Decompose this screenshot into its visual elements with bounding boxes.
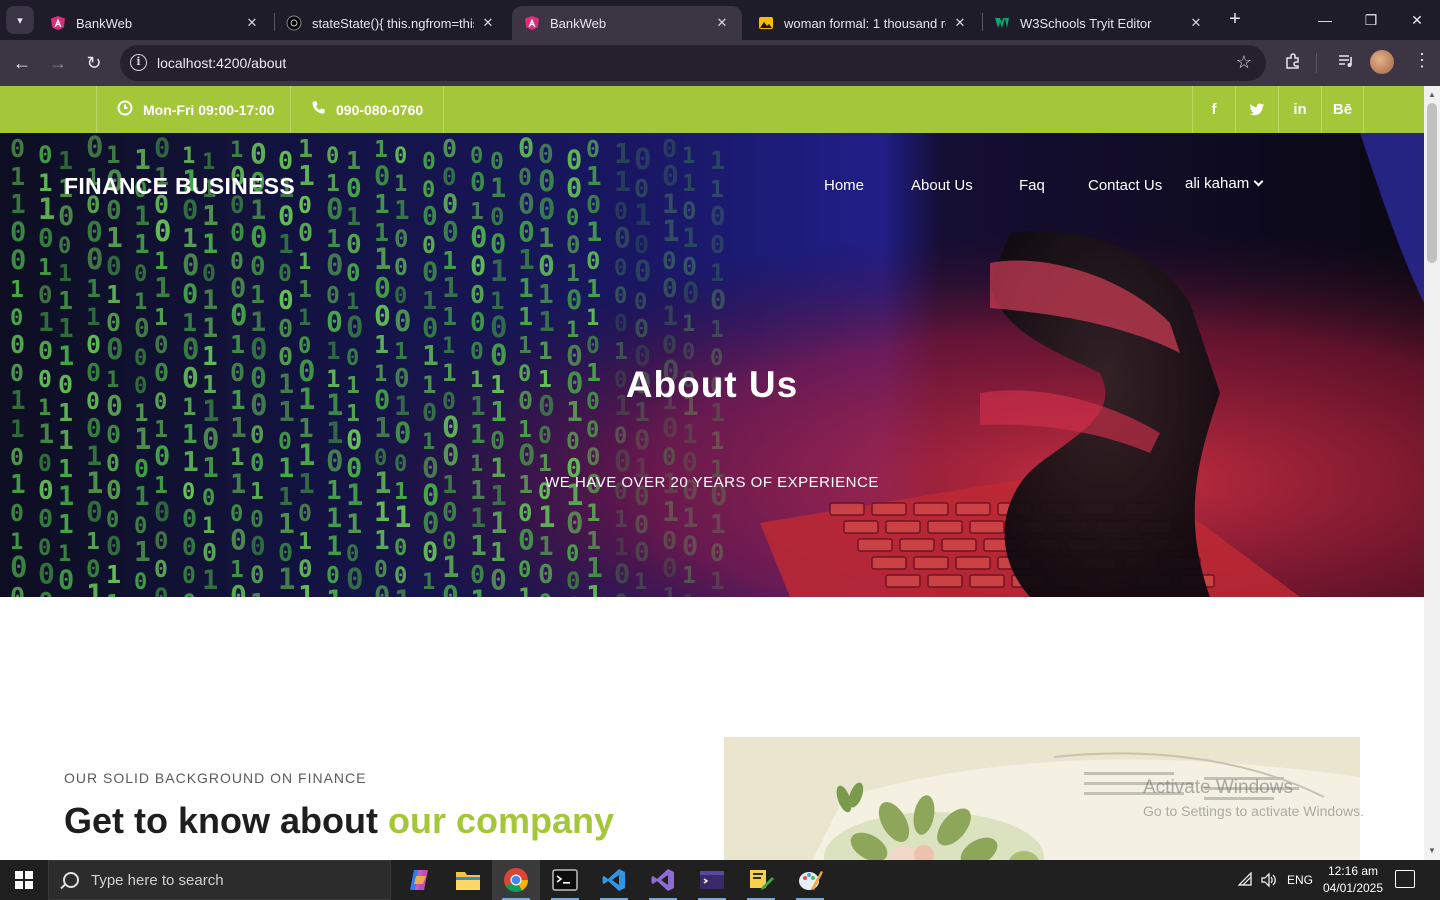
search-icon <box>63 872 79 888</box>
browser-menu-icon[interactable]: ⋮ <box>1413 50 1431 71</box>
system-clock[interactable]: 12:16 am 04/01/2025 <box>1318 863 1388 897</box>
page-subtitle: WE HAVE OVER 20 YEARS OF EXPERIENCE <box>545 474 879 491</box>
minimize-button[interactable]: — <box>1302 0 1348 40</box>
chevron-down-icon <box>1253 176 1264 187</box>
tab-title: W3Schools Tryit Editor <box>1020 15 1152 31</box>
close-icon[interactable]: ✕ <box>480 15 496 31</box>
brand-logo[interactable]: FINANCE BUSINESS <box>64 173 295 200</box>
nav-about-us[interactable]: About Us <box>911 177 973 194</box>
angular-icon <box>524 15 540 31</box>
volume-icon[interactable] <box>1260 860 1278 900</box>
tab-search-button[interactable]: ▾ <box>6 6 34 34</box>
nextjs-icon <box>286 15 302 31</box>
hero-banner: 0110010001101010001101010011000000110011… <box>0 133 1424 597</box>
tab-title: BankWeb <box>550 15 607 31</box>
nav-faq[interactable]: Faq <box>1019 177 1045 194</box>
about-section: OUR SOLID BACKGROUND ON FINANCE Get to k… <box>0 597 1424 860</box>
page-title: About Us <box>625 364 799 405</box>
close-icon[interactable]: ✕ <box>952 15 968 31</box>
page-viewport: Mon-Fri 09:00-17:00 090-080-0760 f in Bē <box>0 86 1424 860</box>
scrollbar-thumb[interactable] <box>1427 103 1437 263</box>
url-text: localhost:4200/about <box>157 55 287 71</box>
media-control-icon[interactable] <box>1337 52 1355 75</box>
editor-icon[interactable] <box>737 860 785 900</box>
tab-title: BankWeb <box>76 15 133 31</box>
language-indicator[interactable]: ENG <box>1287 860 1313 900</box>
profile-avatar[interactable] <box>1370 50 1394 74</box>
watermark-title: Activate Windows <box>1143 777 1293 798</box>
windows-taskbar: Type here to search ENG 12:16 am 04/01/2… <box>0 860 1440 900</box>
angular-icon <box>50 15 66 31</box>
visual-studio-icon[interactable] <box>639 860 687 900</box>
scroll-down-arrow-icon[interactable]: ▼ <box>1428 846 1436 855</box>
behance-icon[interactable]: Bē <box>1321 86 1364 133</box>
search-placeholder: Type here to search <box>91 871 224 889</box>
tab-title: stateState(){ this.ngfrom=this.fl <box>312 15 474 31</box>
powershell-icon[interactable] <box>688 860 736 900</box>
activate-windows-watermark: Activate Windows Go to Settings to activ… <box>1143 777 1364 819</box>
clock-date: 04/01/2025 <box>1322 881 1384 895</box>
paint-icon[interactable] <box>786 860 834 900</box>
hours-text: Mon-Fri 09:00-17:00 <box>143 101 275 118</box>
maximize-button[interactable]: ❐ <box>1348 0 1394 40</box>
w3schools-icon <box>994 15 1010 31</box>
back-button[interactable]: ← <box>7 48 37 78</box>
phone-text: 090-080-0760 <box>336 101 424 118</box>
tab-woman-formal[interactable]: woman formal: 1 thousand resu ✕ <box>746 6 980 40</box>
about-heading-main: Get to know about <box>64 800 378 841</box>
opening-hours: Mon-Fri 09:00-17:00 <box>96 86 290 133</box>
address-bar[interactable]: i localhost:4200/about ☆ <box>120 45 1266 81</box>
close-icon[interactable]: ✕ <box>244 15 260 31</box>
phone-contact: 090-080-0760 <box>290 86 444 133</box>
close-icon[interactable]: ✕ <box>1188 15 1204 31</box>
file-explorer-icon[interactable] <box>444 860 492 900</box>
terminal-icon[interactable] <box>541 860 589 900</box>
taskbar-search[interactable]: Type here to search <box>48 860 391 900</box>
tab-w3schools[interactable]: W3Schools Tryit Editor ✕ <box>982 6 1216 40</box>
chrome-icon[interactable] <box>492 860 540 900</box>
nav-home[interactable]: Home <box>824 177 864 194</box>
forward-button[interactable]: → <box>43 48 73 78</box>
network-icon[interactable] <box>1238 860 1254 900</box>
tab-title: woman formal: 1 thousand resu <box>784 15 946 31</box>
about-heading: Get to know about our company <box>64 800 614 842</box>
start-button[interactable] <box>0 860 48 900</box>
user-dropdown[interactable]: ali kaham <box>1185 175 1264 192</box>
about-eyebrow: OUR SOLID BACKGROUND ON FINANCE <box>64 770 367 786</box>
info-top-bar: Mon-Fri 09:00-17:00 090-080-0760 f in Bē <box>0 86 1424 133</box>
site-info-icon[interactable]: i <box>130 54 147 71</box>
phone-icon <box>311 100 326 119</box>
user-name: ali kaham <box>1185 175 1250 192</box>
toolbar-divider <box>1316 53 1317 73</box>
tab-bankweb-active[interactable]: BankWeb ✕ <box>512 6 742 40</box>
clock-icon <box>117 100 133 120</box>
page-scrollbar[interactable]: ▲ ▼ <box>1424 86 1440 860</box>
windows-logo-icon <box>15 871 33 889</box>
vscode-icon[interactable] <box>590 860 638 900</box>
scroll-up-arrow-icon[interactable]: ▲ <box>1428 90 1436 99</box>
tab-bankweb-1[interactable]: BankWeb ✕ <box>38 6 272 40</box>
copilot-icon[interactable] <box>395 860 443 900</box>
bookmark-star-icon[interactable]: ☆ <box>1236 52 1252 73</box>
nav-contact-us[interactable]: Contact Us <box>1088 177 1162 194</box>
google-images-icon <box>758 15 774 31</box>
about-heading-accent: our company <box>388 800 615 841</box>
clock-time: 12:16 am <box>1327 864 1379 878</box>
close-icon[interactable]: ✕ <box>714 15 730 31</box>
new-tab-button[interactable]: + <box>1222 8 1248 32</box>
tab-statestate[interactable]: stateState(){ this.ngfrom=this.fl ✕ <box>274 6 508 40</box>
extensions-icon[interactable] <box>1284 52 1302 75</box>
facebook-icon[interactable]: f <box>1192 86 1235 133</box>
reload-button[interactable]: ↻ <box>79 48 109 78</box>
browser-toolbar: ← → ↻ i localhost:4200/about ☆ ⋮ <box>0 40 1440 86</box>
linkedin-icon[interactable]: in <box>1278 86 1321 133</box>
twitter-icon[interactable] <box>1235 86 1278 133</box>
watermark-subtitle: Go to Settings to activate Windows. <box>1143 803 1364 819</box>
close-window-button[interactable]: ✕ <box>1394 0 1440 40</box>
notification-center-icon[interactable] <box>1395 870 1415 888</box>
browser-tab-bar: ▾ BankWeb ✕ stateState(){ this.ngfrom=th… <box>0 0 1440 40</box>
